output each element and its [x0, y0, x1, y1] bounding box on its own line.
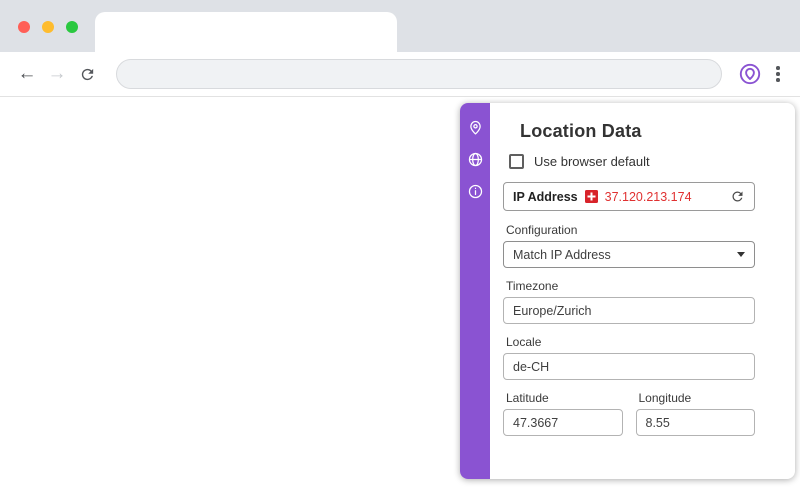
forward-button[interactable]: →	[42, 59, 72, 89]
location-pin-icon[interactable]	[467, 119, 484, 136]
use-browser-default-row: Use browser default	[509, 154, 755, 169]
timezone-input[interactable]	[503, 297, 755, 324]
configuration-field: Configuration Match IP Address	[503, 223, 755, 268]
latitude-field: Latitude	[503, 391, 623, 447]
address-bar[interactable]	[116, 59, 722, 89]
longitude-label: Longitude	[638, 391, 692, 405]
minimize-window-button[interactable]	[42, 21, 54, 33]
window-titlebar	[0, 0, 800, 52]
timezone-field: Timezone	[503, 279, 755, 324]
use-browser-default-checkbox[interactable]	[509, 154, 524, 169]
traffic-lights	[18, 21, 78, 33]
close-window-button[interactable]	[18, 21, 30, 33]
globe-icon[interactable]	[467, 151, 484, 168]
back-button[interactable]: ←	[12, 59, 42, 89]
chevron-down-icon	[737, 252, 745, 257]
reload-icon	[81, 68, 93, 80]
popup-title: Location Data	[520, 121, 642, 141]
maximize-window-button[interactable]	[66, 21, 78, 33]
ip-address-value: 37.120.213.174	[604, 189, 692, 204]
location-extension-popup: Location Data Use browser default IP Add…	[460, 103, 795, 479]
configuration-label: Configuration	[506, 223, 578, 237]
latitude-label: Latitude	[506, 391, 549, 405]
ip-address-label: IP Address	[513, 189, 578, 204]
info-icon[interactable]	[467, 183, 484, 200]
popup-body: Location Data Use browser default IP Add…	[490, 103, 795, 479]
reload-button[interactable]	[72, 59, 102, 89]
browser-window: ← → Location Data Use browser default IP…	[0, 0, 800, 500]
popup-sidebar	[460, 103, 490, 479]
refresh-ip-icon[interactable]	[730, 189, 745, 204]
browser-tab[interactable]	[95, 12, 397, 52]
browser-menu-icon[interactable]	[768, 60, 788, 88]
latitude-input[interactable]	[503, 409, 623, 436]
configuration-select[interactable]: Match IP Address	[503, 241, 755, 268]
longitude-field: Longitude	[635, 391, 755, 447]
configuration-value: Match IP Address	[513, 247, 611, 262]
use-browser-default-label: Use browser default	[534, 154, 650, 169]
swiss-flag-icon	[584, 190, 598, 203]
page-content: Location Data Use browser default IP Add…	[0, 97, 800, 500]
location-extension-icon[interactable]	[736, 60, 764, 88]
coordinates-row: Latitude Longitude	[503, 391, 755, 447]
locale-input[interactable]	[503, 353, 755, 380]
ip-address-box: IP Address 37.120.213.174	[503, 182, 755, 211]
locale-field: Locale	[503, 335, 755, 380]
longitude-input[interactable]	[635, 409, 755, 436]
timezone-label: Timezone	[506, 279, 559, 293]
locale-label: Locale	[506, 335, 542, 349]
browser-toolbar: ← →	[0, 52, 800, 97]
